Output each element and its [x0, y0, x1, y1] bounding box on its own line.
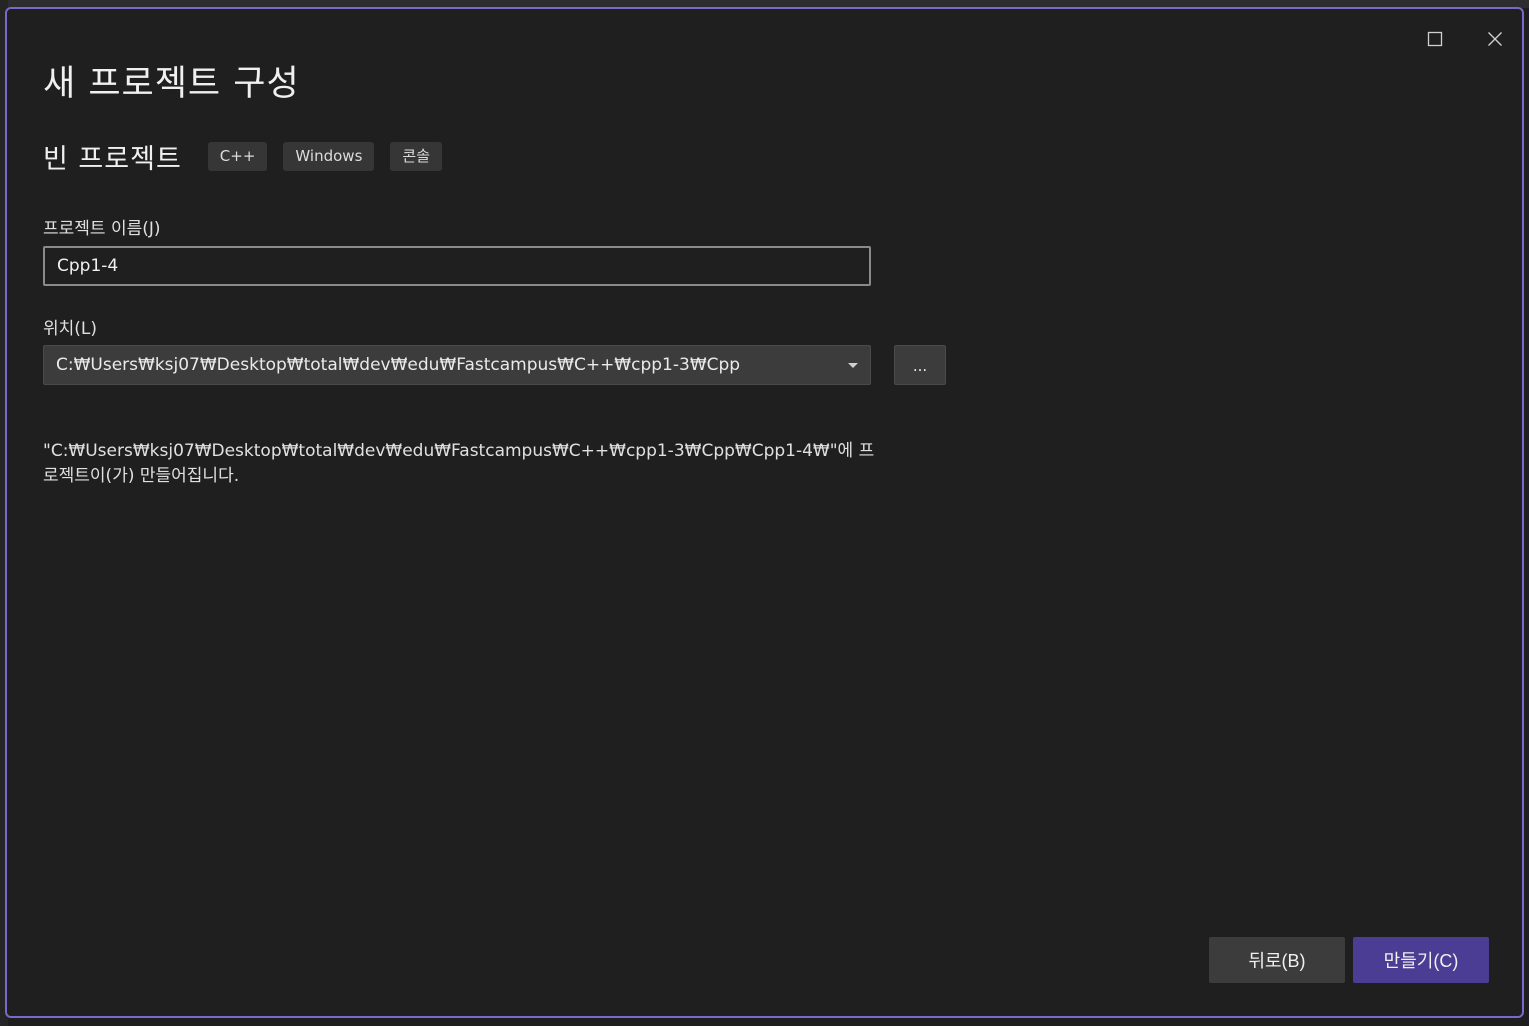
close-icon [1488, 32, 1502, 46]
tag-project-type: 콘솔 [390, 141, 442, 171]
create-location-info: "C:₩Users₩ksj07₩Desktop₩total₩dev₩edu₩Fa… [43, 441, 875, 486]
project-name-input[interactable] [43, 246, 871, 286]
back-button[interactable]: 뒤로(B) [1209, 937, 1345, 983]
maximize-button[interactable] [1415, 19, 1455, 59]
location-label: 위치(L) [43, 319, 98, 339]
tag-platform: Windows [283, 141, 375, 171]
create-button[interactable]: 만들기(C) [1353, 937, 1489, 983]
location-value: C:₩Users₩ksj07₩Desktop₩total₩dev₩edu₩Fas… [56, 355, 741, 375]
tag-language: C++ [207, 141, 268, 171]
location-dropdown[interactable]: C:₩Users₩ksj07₩Desktop₩total₩dev₩edu₩Fas… [43, 345, 871, 385]
chevron-down-icon [848, 362, 858, 368]
configure-project-dialog: 새 프로젝트 구성 빈 프로젝트 C++ Windows 콘솔 프로젝트 이름(… [5, 7, 1524, 1018]
close-button[interactable] [1475, 19, 1515, 59]
project-name-label: 프로젝트 이름(J) [43, 219, 161, 239]
dialog-title: 새 프로젝트 구성 [43, 64, 300, 104]
template-header: 빈 프로젝트 C++ Windows 콘솔 [43, 139, 458, 175]
browse-button[interactable]: ... [894, 345, 946, 385]
template-name: 빈 프로젝트 [43, 143, 182, 175]
maximize-icon [1427, 31, 1443, 47]
